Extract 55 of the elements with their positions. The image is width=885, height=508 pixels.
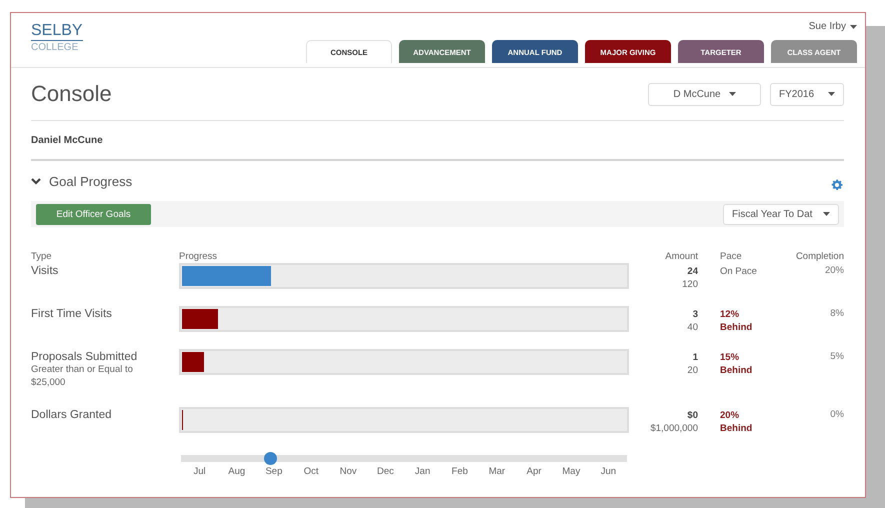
month-label: May bbox=[561, 466, 582, 477]
period-select[interactable]: Fiscal Year To Dat bbox=[723, 204, 839, 224]
column-header: Completion bbox=[794, 251, 844, 264]
pace-status: 12% Behind bbox=[720, 308, 754, 334]
month-label: Oct bbox=[302, 466, 320, 477]
pace-status: 20% Behind bbox=[720, 409, 754, 435]
amount-value: 1 bbox=[692, 351, 698, 364]
month-label: Jun bbox=[600, 466, 618, 477]
column-header: Amount bbox=[664, 251, 698, 264]
logo-subtitle: COLLEGE bbox=[31, 42, 80, 53]
month-label: Aug bbox=[227, 466, 246, 477]
month-label: Feb bbox=[450, 466, 469, 477]
month-label: Nov bbox=[338, 466, 358, 477]
goal-type: First Time Visits bbox=[31, 308, 113, 320]
column-header: Progress bbox=[179, 251, 218, 264]
logo-name: SELBY bbox=[31, 22, 83, 41]
completion-value: 0% bbox=[829, 409, 844, 420]
caret-icon bbox=[828, 92, 835, 96]
amount-goal: 40 bbox=[687, 321, 698, 334]
month-label: Jul bbox=[192, 466, 207, 477]
user-menu[interactable]: Sue Irby bbox=[808, 21, 857, 32]
month-label: Dec bbox=[376, 466, 395, 477]
amount-goal: 20 bbox=[687, 364, 698, 377]
amount-value: 3 bbox=[692, 308, 698, 321]
edit-goals-button[interactable]: Edit Officer Goals bbox=[36, 204, 151, 224]
amount-goal: $1,000,000 bbox=[650, 422, 698, 435]
caret-icon bbox=[728, 92, 736, 96]
pace-status: 15% Behind bbox=[720, 351, 754, 377]
chevron-icon bbox=[31, 178, 41, 184]
page-title: Console bbox=[31, 81, 113, 107]
officer-name: Daniel McCune bbox=[31, 121, 844, 161]
goal-type: Dollars Granted bbox=[31, 409, 113, 421]
goal-note: Greater than or Equal to $25,000 bbox=[31, 363, 134, 389]
caret-icon bbox=[823, 212, 830, 216]
month-label: Jan bbox=[414, 466, 432, 477]
timeline-handle[interactable] bbox=[264, 452, 278, 465]
column-header: Pace bbox=[720, 251, 743, 264]
completion-value: 20% bbox=[824, 265, 844, 276]
column-header: Type bbox=[31, 251, 53, 264]
month-label: Sep bbox=[264, 466, 284, 477]
officer-select[interactable]: D McCune bbox=[648, 82, 761, 106]
year-select[interactable]: FY2016 bbox=[770, 82, 844, 106]
completion-value: 5% bbox=[829, 351, 844, 362]
goal-type: Proposals Submitted bbox=[31, 351, 138, 363]
caret-icon bbox=[850, 24, 857, 28]
month-label: Mar bbox=[488, 466, 506, 477]
amount-value: 24 bbox=[687, 265, 698, 278]
goal-type: Visits bbox=[31, 265, 60, 277]
completion-value: 8% bbox=[829, 308, 844, 319]
pace-status: On Pace bbox=[720, 265, 758, 278]
amount-value: $0 bbox=[687, 409, 698, 422]
amount-goal: 120 bbox=[682, 278, 698, 291]
month-label: Apr bbox=[526, 466, 542, 477]
settings-icon[interactable] bbox=[830, 178, 844, 192]
section-toggle[interactable]: Goal Progress bbox=[31, 174, 132, 188]
